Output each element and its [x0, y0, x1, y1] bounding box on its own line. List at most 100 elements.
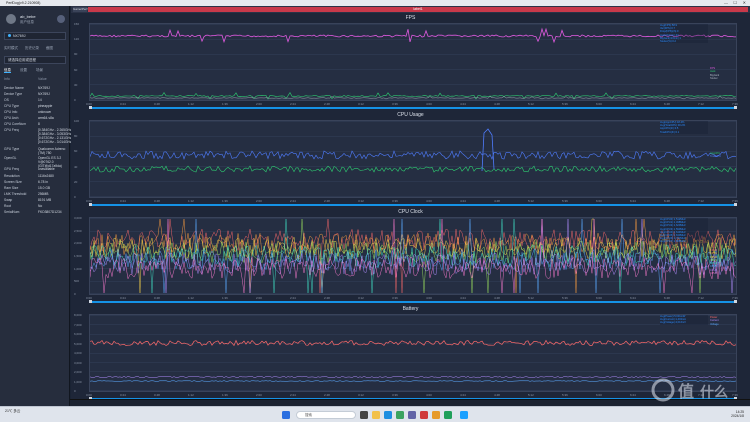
label-bar[interactable]: label1: [88, 7, 748, 12]
window-title: PerfDog(v9.2.210908): [6, 1, 41, 5]
series-legend-item[interactable]: CPU7: [710, 272, 734, 275]
y-tick: 1,000: [74, 379, 82, 384]
range-handle-right[interactable]: [734, 203, 737, 206]
y-tick: 60: [74, 67, 78, 72]
range-handle-right[interactable]: [734, 300, 737, 303]
series-legend: AppCPU TotalCPU: [710, 152, 734, 159]
chart-svg: [89, 218, 737, 294]
range-handle-right[interactable]: [734, 106, 737, 109]
settings-icon[interactable]: [57, 15, 65, 23]
explorer-icon[interactable]: [372, 411, 380, 419]
info-key: Root: [4, 204, 11, 208]
edge-icon[interactable]: [384, 411, 392, 419]
tab-scene[interactable]: 场景: [36, 68, 43, 72]
info-key: CPU Type: [4, 104, 19, 108]
info-key: CPU Arch: [4, 116, 19, 120]
clock[interactable]: 14:25 2024/1/8: [731, 410, 744, 418]
stat-line: Stutter(%):0.2: [660, 40, 677, 44]
info-value: unavailable: [38, 167, 55, 171]
chart-svg: [89, 315, 737, 391]
taskbar-search[interactable]: 搜索: [296, 411, 356, 419]
folder-icon[interactable]: [432, 411, 440, 419]
clock-date: 2024/1/8: [731, 414, 744, 418]
top-bar: Game/Perf label1: [71, 6, 750, 13]
chart-plot-area[interactable]: [89, 120, 737, 198]
range-handle-left[interactable]: [89, 203, 92, 206]
avatar[interactable]: [6, 14, 16, 24]
app-selector-label: 请选择应用或进程: [8, 58, 36, 62]
app-icon[interactable]: [420, 411, 428, 419]
series-spike: [481, 128, 495, 172]
user-name: ab_bebe: [20, 14, 36, 19]
series-legend: CPU0 CPU1 CPU2 CPU3 CPU4 CPU5 CPU6 CPU7: [710, 249, 734, 275]
stat-line: Avg(CPU7):1,805MHz: [660, 240, 686, 244]
series-legend-item[interactable]: Voltage: [710, 323, 734, 326]
series-legend-item[interactable]: TotalCPU: [710, 155, 734, 158]
info-value: pineapple: [38, 104, 53, 108]
info-value: [0.384GHz - 2.265GHz] [0.384GHz - 3.053G…: [38, 128, 73, 144]
info-value: 8: [38, 122, 40, 126]
nav-item-2[interactable]: 截图: [46, 46, 53, 50]
range-track[interactable]: [89, 204, 737, 206]
chrome-icon[interactable]: [396, 411, 404, 419]
nav-item-0[interactable]: 实时模式: [4, 46, 18, 50]
svg-text:什么: 什么: [700, 384, 728, 401]
y-tick: 8,000: [74, 313, 82, 317]
chart-cpu: CPU Usage 100 80 60 40 20 0 0:00 0:24 0:48 1:12 1:3…: [71, 112, 750, 208]
teams-icon[interactable]: [408, 411, 416, 419]
range-track[interactable]: [89, 107, 737, 109]
y-tick: 5,000: [74, 341, 82, 346]
info-value: NX769J: [38, 92, 50, 96]
chart-title: CPU Clock: [398, 209, 423, 215]
range-track[interactable]: [89, 301, 737, 303]
wechat-icon[interactable]: [444, 411, 452, 419]
series-line: [89, 150, 737, 160]
chart-plot-area[interactable]: [89, 314, 737, 392]
y-tick: 40: [74, 164, 78, 169]
chart-fps: FPS 150 120 90 60 30 0 0:00 0:24 0:48 1:12 1:36 2:00…: [71, 15, 750, 111]
tab-settings[interactable]: 设置: [20, 68, 27, 72]
info-table-header: Info Value: [4, 77, 66, 81]
chart-plot-area[interactable]: [89, 23, 737, 101]
y-tick: 6,000: [74, 332, 82, 336]
range-handle-left[interactable]: [89, 106, 92, 109]
tab-game-perf[interactable]: Game/Perf: [73, 7, 88, 12]
y-tick: 150: [74, 22, 80, 26]
chart-range-slider[interactable]: [89, 300, 737, 303]
taskbar: 21℃ 多云 搜索 14:25 2024/1/8: [0, 406, 750, 422]
y-tick: 500: [74, 279, 80, 284]
device-status-icon: [8, 34, 11, 37]
profile-card[interactable]: ab_bebe 用户信息: [4, 11, 66, 29]
main-panel: Game/Perf label1 FPS 150 120 90 60 30 0 0:00 0:2…: [71, 6, 750, 400]
perfdog-icon[interactable]: [460, 411, 468, 419]
y-tick: 100: [74, 119, 80, 123]
info-value: 256MB: [38, 192, 49, 196]
taskview-icon[interactable]: [360, 411, 368, 419]
series-line: [89, 218, 737, 294]
chart-range-slider[interactable]: [89, 203, 737, 206]
range-handle-left[interactable]: [89, 300, 92, 303]
nav-item-1[interactable]: 历史记录: [25, 46, 39, 50]
device-selector[interactable]: NX769J: [4, 32, 66, 40]
info-value: 1116x2480: [38, 174, 54, 178]
info-key: Resolution: [4, 174, 20, 178]
info-key: GPU Type: [4, 147, 20, 151]
start-icon[interactable]: [282, 411, 290, 419]
y-tick: 7,000: [74, 322, 82, 327]
chart-stats-legend: Avg(Power):5,631mW Avg(Current):1,402mA Av…: [660, 315, 708, 325]
chart-range-slider[interactable]: [89, 106, 737, 109]
info-key: LMK Threshold: [4, 192, 27, 196]
series-legend-item[interactable]: Stutter: [710, 77, 734, 80]
app-selector[interactable]: 请选择应用或进程: [4, 56, 66, 64]
user-subtitle: 用户信息: [20, 20, 34, 24]
series-line: [89, 165, 737, 173]
tab-info[interactable]: 信息: [4, 68, 11, 73]
mode-nav: 实时模式 历史记录 截图: [4, 46, 66, 52]
chart-title: Battery: [402, 306, 419, 312]
weather-widget[interactable]: 21℃ 多云: [5, 409, 20, 414]
chart-plot-area[interactable]: [89, 217, 737, 295]
chart-stats-legend: Avg(FPS):58.9 Var(FPS):0.7 Drop(FPS)(/h):0…: [660, 24, 708, 44]
info-key: Ram Size: [4, 186, 19, 190]
y-tick: 1,000: [74, 266, 82, 271]
watermark-icon: 值 什么: [651, 378, 728, 402]
